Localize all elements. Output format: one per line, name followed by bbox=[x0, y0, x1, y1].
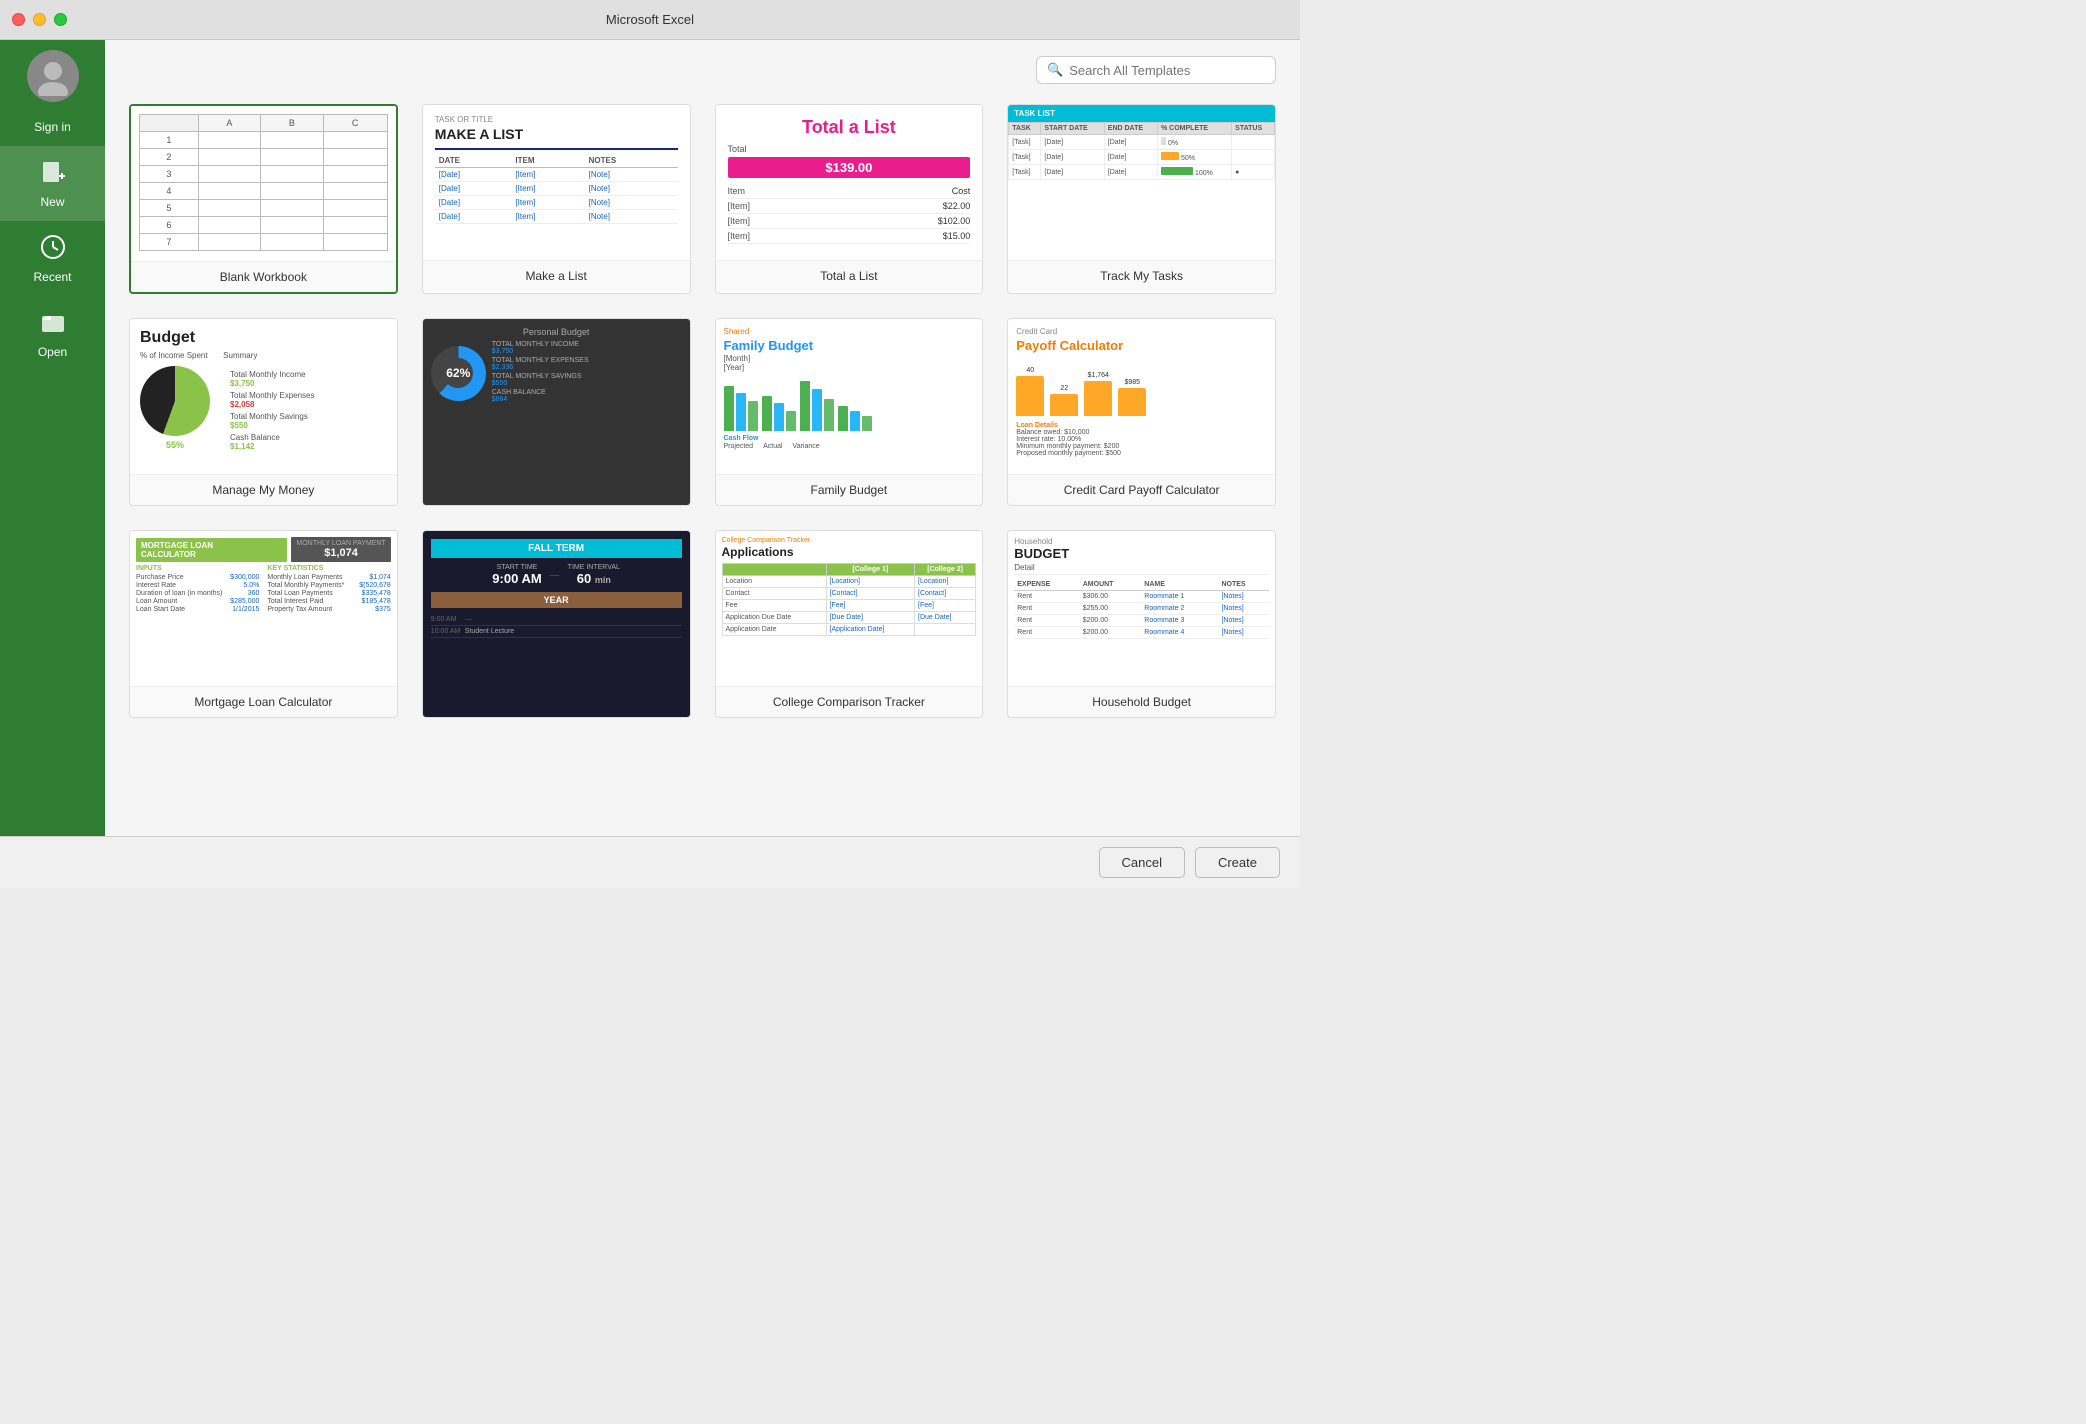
avatar bbox=[27, 50, 79, 102]
bottom-bar: Cancel Create bbox=[0, 836, 1300, 888]
cancel-button[interactable]: Cancel bbox=[1099, 847, 1185, 878]
template-card-college-comparison[interactable]: College Comparison Tracker Applications … bbox=[715, 530, 984, 718]
new-icon bbox=[39, 158, 67, 191]
template-preview-blank-workbook: A B C 1 2 3 4 5 6 7 bbox=[131, 106, 396, 261]
template-label-blank-workbook: Blank Workbook bbox=[131, 261, 396, 292]
template-card-personal-budget[interactable]: Personal Budget 62% TOTAL MONTHLY INCOME… bbox=[422, 318, 691, 506]
titlebar-buttons bbox=[12, 13, 67, 26]
template-preview-college-comparison: College Comparison Tracker Applications … bbox=[716, 531, 983, 686]
template-preview-household-budget: Household BUDGET Detail EXPENSEAMOUNTNAM… bbox=[1008, 531, 1275, 686]
template-preview-mortgage-loan: MORTGAGE LOANCALCULATOR MONTHLY LOAN PAY… bbox=[130, 531, 397, 686]
search-input[interactable] bbox=[1069, 63, 1265, 78]
template-label-make-a-list: Make a List bbox=[423, 260, 690, 291]
template-card-total-a-list[interactable]: Total a List Total $139.00 ItemCost [Ite… bbox=[715, 104, 984, 294]
create-button[interactable]: Create bbox=[1195, 847, 1280, 878]
sidebar-item-recent[interactable]: Recent bbox=[0, 221, 105, 296]
template-preview-manage-my-money: Budget % of Income Spent Summary 55% Tot… bbox=[130, 319, 397, 474]
template-label-college-comparison: College Comparison Tracker bbox=[716, 686, 983, 717]
template-preview-family-budget: Shared Family Budget [Month][Year] bbox=[716, 319, 983, 474]
template-label-family-budget: Family Budget bbox=[716, 474, 983, 505]
open-icon bbox=[39, 308, 67, 341]
content-area: 🔍 A B C 1 2 3 bbox=[105, 40, 1300, 836]
new-label: New bbox=[40, 195, 64, 209]
minimize-button[interactable] bbox=[33, 13, 46, 26]
template-card-credit-card-payoff[interactable]: Credit Card Payoff Calculator 40 22 $1,7… bbox=[1007, 318, 1276, 506]
template-label-track-my-tasks: Track My Tasks bbox=[1008, 260, 1275, 291]
search-bar[interactable]: 🔍 bbox=[1036, 56, 1276, 84]
recent-icon bbox=[39, 233, 67, 266]
user-avatar-icon bbox=[33, 56, 73, 96]
template-card-household-budget[interactable]: Household BUDGET Detail EXPENSEAMOUNTNAM… bbox=[1007, 530, 1276, 718]
close-button[interactable] bbox=[12, 13, 25, 26]
template-card-fall-term[interactable]: FALL TERM START TIME 9:00 AM — TIME INTE… bbox=[422, 530, 691, 718]
template-card-blank-workbook[interactable]: A B C 1 2 3 4 5 6 7 Blank Workbook bbox=[129, 104, 398, 294]
template-preview-make-a-list: TASK OR TITLE MAKE A LIST DATEITEMNOTES … bbox=[423, 105, 690, 260]
template-preview-track-my-tasks: TASK LIST TASKSTART DATEEND DATE% COMPLE… bbox=[1008, 105, 1275, 260]
template-label-total-a-list: Total a List bbox=[716, 260, 983, 291]
main-layout: Sign in New Recent bbox=[0, 40, 1300, 836]
template-label-mortgage-loan: Mortgage Loan Calculator bbox=[130, 686, 397, 717]
sidebar-item-new[interactable]: New bbox=[0, 146, 105, 221]
template-label-manage-my-money: Manage My Money bbox=[130, 474, 397, 505]
search-bar-row: 🔍 bbox=[129, 56, 1276, 84]
search-icon: 🔍 bbox=[1047, 62, 1063, 78]
recent-label: Recent bbox=[33, 270, 71, 284]
open-label: Open bbox=[38, 345, 67, 359]
template-preview-credit-card: Credit Card Payoff Calculator 40 22 $1,7… bbox=[1008, 319, 1275, 474]
template-grid: A B C 1 2 3 4 5 6 7 Blank Workbook bbox=[129, 104, 1276, 718]
window-title: Microsoft Excel bbox=[606, 12, 694, 27]
titlebar: Microsoft Excel bbox=[0, 0, 1300, 40]
template-preview-fall-term: FALL TERM START TIME 9:00 AM — TIME INTE… bbox=[423, 531, 690, 717]
template-label-fall-term: Student Schedule bbox=[423, 717, 690, 718]
template-card-track-my-tasks[interactable]: TASK LIST TASKSTART DATEEND DATE% COMPLE… bbox=[1007, 104, 1276, 294]
template-card-manage-my-money[interactable]: Budget % of Income Spent Summary 55% Tot… bbox=[129, 318, 398, 506]
sidebar-item-open[interactable]: Open bbox=[0, 296, 105, 371]
sidebar-item-signin[interactable]: Sign in bbox=[0, 108, 105, 146]
sidebar: Sign in New Recent bbox=[0, 40, 105, 836]
signin-label: Sign in bbox=[34, 120, 71, 134]
template-preview-personal-budget: Personal Budget 62% TOTAL MONTHLY INCOME… bbox=[423, 319, 690, 505]
template-card-mortgage-loan[interactable]: MORTGAGE LOANCALCULATOR MONTHLY LOAN PAY… bbox=[129, 530, 398, 718]
template-card-make-a-list[interactable]: TASK OR TITLE MAKE A LIST DATEITEMNOTES … bbox=[422, 104, 691, 294]
template-card-family-budget[interactable]: Shared Family Budget [Month][Year] bbox=[715, 318, 984, 506]
template-label-personal-budget: Personal Budget bbox=[423, 505, 690, 506]
template-label-household-budget: Household Budget bbox=[1008, 686, 1275, 717]
maximize-button[interactable] bbox=[54, 13, 67, 26]
template-label-credit-card-payoff: Credit Card Payoff Calculator bbox=[1008, 474, 1275, 505]
template-preview-total-a-list: Total a List Total $139.00 ItemCost [Ite… bbox=[716, 105, 983, 260]
